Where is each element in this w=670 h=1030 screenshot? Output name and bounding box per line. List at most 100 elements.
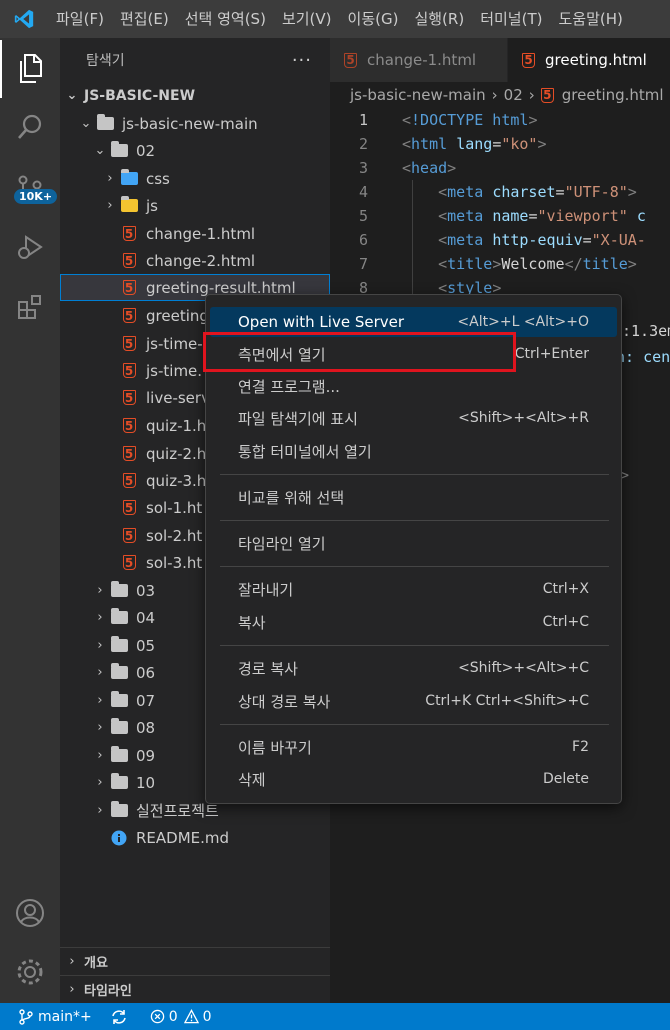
folder-label: 08 [136,718,156,737]
code-token: title [447,255,493,273]
menu-item-label: 연결 프로그램... [238,377,340,396]
menu-open-timeline[interactable]: 타임라인 열기 [210,528,617,558]
menu-reveal-in-explorer[interactable]: 파일 탐색기에 표시 <Shift>+<Alt>+R [210,403,617,433]
line-number: 1 [358,111,368,129]
menu-file[interactable]: 파일(F) [48,0,112,38]
html-file-icon: 5 [118,226,140,241]
html-file-icon: 5 [118,500,140,515]
code-line: 7 <title>Welcome</title> [330,252,670,276]
folder-open-icon [94,114,116,130]
html-file-icon: 5 [118,308,140,323]
folder-label: 07 [136,691,156,710]
folder-icon [108,636,130,652]
search-activity-button[interactable] [0,98,60,156]
folder-icon [108,663,130,679]
warning-icon [183,1009,199,1024]
git-branch-icon [19,1008,33,1025]
menu-item-label: 통합 터미널에서 열기 [238,442,372,461]
menu-terminal[interactable]: 터미널(T) [472,0,550,38]
menu-item-shortcut: F2 [572,739,589,755]
line-number: 2 [358,135,368,153]
workspace-root[interactable]: ⌄ JS-BASIC-NEW [60,82,330,109]
html-file-icon: 5 [118,253,140,268]
menu-delete[interactable]: 삭제 Delete [210,764,617,794]
explorer-activity-button[interactable] [0,40,60,98]
menu-run[interactable]: 실행(R) [406,0,472,38]
chevron-down-icon: ⌄ [66,88,78,103]
html-file-icon: 5 [540,87,554,103]
folder-02[interactable]: ⌄ 02 [60,137,330,164]
menu-copy-relative-path[interactable]: 상대 경로 복사 Ctrl+K Ctrl+<Shift>+C [210,686,617,716]
chevron-right-icon: › [97,665,103,680]
menu-item-label: 파일 탐색기에 표시 [238,409,358,428]
code-line: 3 <head> [330,156,670,180]
menu-go[interactable]: 이동(G) [340,0,407,38]
menu-separator [220,520,609,521]
folder-icon [108,718,130,734]
menu-open-in-terminal[interactable]: 통합 터미널에서 열기 [210,436,617,466]
menu-item-shortcut: <Alt>+L <Alt>+O [457,314,589,330]
folder-label: 09 [136,746,156,765]
panel-label: 개요 [84,956,108,971]
file-change-2[interactable]: 5 change-2.html [60,247,330,274]
warning-count: 0 [202,1008,212,1025]
menu-rename[interactable]: 이름 바꾸기 F2 [210,732,617,762]
problems-indicator[interactable]: 0 0 [150,1009,212,1025]
folder-icon [108,608,130,624]
menu-separator [220,474,609,475]
tab-change-1[interactable]: 5 change-1.html [330,38,508,82]
menu-item-shortcut: Delete [543,771,589,787]
chevron-right-icon: › [69,954,75,969]
menu-item-label: Open with Live Server [238,313,405,331]
manage-activity-button[interactable] [0,943,60,1001]
menu-edit[interactable]: 편집(E) [112,0,177,38]
menu-item-shortcut: <Shift>+<Alt>+C [458,660,589,676]
search-icon [18,114,42,139]
menu-cut[interactable]: 잘라내기 Ctrl+X [210,574,617,604]
menu-open-with[interactable]: 연결 프로그램... [210,371,617,401]
file-change-1[interactable]: 5 change-1.html [60,220,330,247]
code-line: 6 <meta http-equiv="X-UA- [330,228,670,252]
vscode-logo-icon [0,0,48,38]
breadcrumb: js-basic-new-main › 02 › 5 greeting.html [330,82,670,108]
code-line: 4 <meta charset="UTF-8"> [330,180,670,204]
menu-item-label: 삭제 [238,770,266,789]
code-token: :1.3em [622,322,670,340]
timeline-panel-header[interactable]: › 타임라인 [60,975,330,1003]
breadcrumb-item[interactable]: greeting.html [562,86,664,104]
menu-bar: 파일(F) 편집(E) 선택 영역(S) 보기(V) 이동(G) 실행(R) 터… [0,0,670,38]
run-debug-activity-button[interactable] [0,218,60,276]
folder-js[interactable]: › js [60,192,330,219]
menu-copy[interactable]: 복사 Ctrl+C [210,607,617,637]
folder-css[interactable]: › css [60,165,330,192]
more-actions-icon[interactable]: ··· [292,50,312,71]
branch-indicator[interactable]: main*+ [18,1009,92,1025]
workspace-root-label: JS-BASIC-NEW [84,87,196,104]
menu-view[interactable]: 보기(V) [274,0,340,38]
status-bar: main*+ 0 0 [0,1003,670,1030]
folder-label: 02 [136,141,156,160]
menu-item-label: 비교를 위해 선택 [238,488,345,507]
breadcrumb-item[interactable]: js-basic-new-main [350,86,486,104]
file-readme[interactable]: README.md [60,824,330,851]
menu-item-label: 상대 경로 복사 [238,692,331,711]
tab-greeting[interactable]: 5 greeting.html [508,38,670,82]
chevron-right-icon: › [69,982,75,997]
folder-js-basic-new-main[interactable]: ⌄ js-basic-new-main [60,110,330,137]
breadcrumb-item[interactable]: 02 [504,86,523,104]
menu-copy-path[interactable]: 경로 복사 <Shift>+<Alt>+C [210,653,617,683]
extensions-activity-button[interactable] [0,278,60,336]
chevron-right-icon: › [97,775,103,790]
code-token: "UTF-8" [564,183,628,201]
menu-selection[interactable]: 선택 영역(S) [177,0,274,38]
code-token: "viewport" [537,207,628,225]
menu-item-label: 경로 복사 [238,659,298,678]
html-file-icon: 5 [118,336,140,351]
sync-button[interactable] [110,1009,132,1025]
error-count: 0 [168,1008,178,1025]
menu-select-for-compare[interactable]: 비교를 위해 선택 [210,482,617,512]
gear-icon [17,959,43,985]
outline-panel-header[interactable]: › 개요 [60,947,330,975]
accounts-activity-button[interactable] [0,884,60,942]
menu-help[interactable]: 도움말(H) [550,0,630,38]
